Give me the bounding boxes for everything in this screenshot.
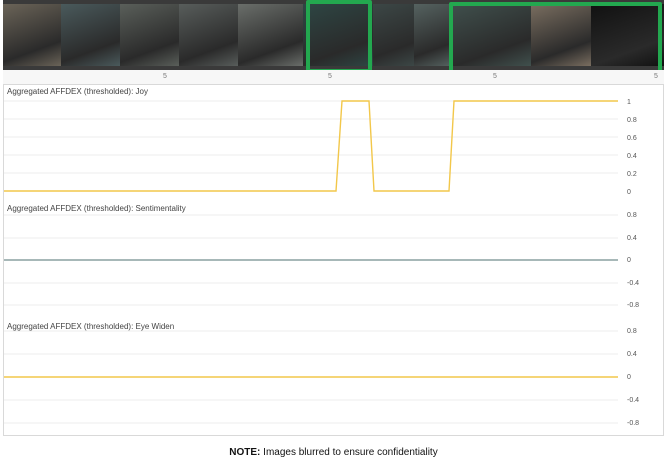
video-frame-thumbnail[interactable] [414,4,452,66]
note-label: NOTE: [229,447,261,458]
joy-series-line [3,100,618,192]
sentimentality-panel: Aggregated AFFDEX (thresholded): Sentime… [3,201,664,320]
ruler-tick: 5 [328,73,332,80]
joy-panel: Aggregated AFFDEX (thresholded): Joy 1 0… [3,84,664,202]
y-tick-label: 0.8 [627,117,637,124]
ruler-tick: 5 [493,73,497,80]
y-tick-label: 0.4 [627,351,637,358]
y-tick-label: 0.8 [627,212,637,219]
highlight-segment-2[interactable] [449,2,662,76]
y-tick-label: 0 [627,189,631,196]
joy-grid [3,100,618,174]
note-text: Images blurred to ensure confidentiality [260,447,438,458]
video-frame-thumbnail[interactable] [61,4,121,66]
video-frame-thumbnail[interactable] [3,4,62,66]
timeline-ruler[interactable]: 5 5 5 5 [3,70,664,85]
ruler-tick: 5 [163,73,167,80]
video-frame-thumbnail[interactable] [238,4,304,66]
y-tick-label: 0 [627,257,631,264]
eye-widen-chart: 0.8 0.4 0 -0.4 -0.8 [3,328,639,427]
y-tick-label: -0.4 [627,280,639,287]
sentimentality-chart: 0.8 0.4 0 -0.4 -0.8 [3,212,639,309]
confidentiality-note: NOTE: Images blurred to ensure confident… [0,447,667,458]
y-tick-label: 0.4 [627,235,637,242]
y-tick-label: -0.8 [627,420,639,427]
y-tick-label: -0.8 [627,302,639,309]
joy-chart: 1 0.8 0.6 0.4 0.2 0 [3,99,637,196]
y-tick-label: 0.2 [627,171,637,178]
y-tick-label: -0.4 [627,397,639,404]
video-frame-thumbnail[interactable] [120,4,180,66]
video-frame-thumbnail[interactable] [373,4,415,66]
ruler-tick: 5 [654,73,658,80]
y-tick-label: 0.4 [627,153,637,160]
eye-widen-panel: Aggregated AFFDEX (thresholded): Eye Wid… [3,319,664,436]
y-tick-label: 1 [627,99,631,106]
y-tick-label: 0 [627,374,631,381]
y-tick-label: 0.6 [627,135,637,142]
video-frame-thumbnail[interactable] [179,4,239,66]
highlight-segment-1[interactable] [306,0,372,73]
y-tick-label: 0.8 [627,328,637,335]
